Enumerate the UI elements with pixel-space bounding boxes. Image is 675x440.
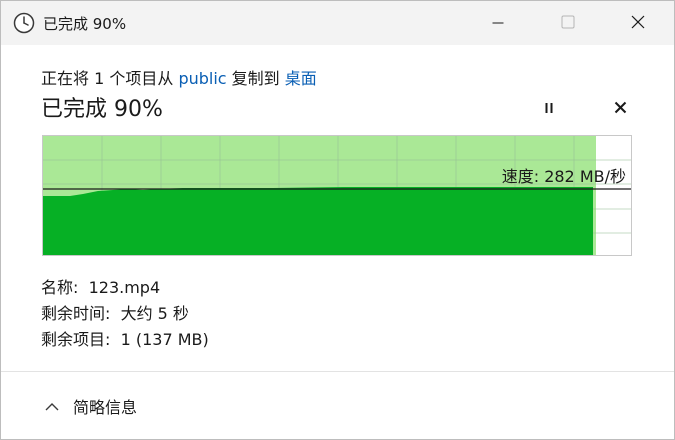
- pause-button[interactable]: [535, 94, 563, 122]
- name-label: 名称:: [41, 278, 79, 297]
- name-value: 123.mp4: [88, 278, 161, 297]
- fewer-details-label: 简略信息: [73, 398, 138, 417]
- items-remaining-row: 剩余项目: 1 (137 MB): [41, 326, 209, 350]
- items-label: 剩余项目:: [41, 330, 111, 349]
- speed-area: [43, 187, 593, 255]
- copy-progress-window: 已完成 90% 正在将 1 个项目从 public 复制到 桌面 已完成 90%: [0, 0, 675, 440]
- minimize-button[interactable]: [475, 1, 521, 45]
- title-bar[interactable]: 已完成 90%: [1, 1, 674, 45]
- close-icon: [631, 14, 645, 33]
- window-title: 已完成 90%: [43, 15, 127, 33]
- stop-x-icon: [614, 99, 627, 118]
- minimize-icon: [492, 14, 504, 33]
- progress-status: 已完成 90%: [41, 97, 163, 122]
- chevron-up-icon: [45, 397, 59, 416]
- stop-button[interactable]: [606, 94, 634, 122]
- copy-prefix: 正在将 1 个项目从: [41, 69, 179, 88]
- fewer-details-button[interactable]: 简略信息: [45, 394, 137, 418]
- footer-bar: 简略信息: [1, 371, 674, 439]
- file-name-row: 名称: 123.mp4: [41, 274, 160, 298]
- content-area: 正在将 1 个项目从 public 复制到 桌面 已完成 90% 速度: 282…: [1, 45, 674, 371]
- maximize-button[interactable]: [545, 1, 591, 45]
- copy-description: 正在将 1 个项目从 public 复制到 桌面: [41, 65, 317, 89]
- items-value: 1 (137 MB): [120, 330, 209, 349]
- copy-middle: 复制到: [226, 69, 285, 88]
- speed-label: 速度: 282 MB/秒: [501, 167, 626, 186]
- transfer-speed-graph: 速度: 282 MB/秒: [42, 135, 632, 256]
- time-label: 剩余时间:: [41, 304, 111, 323]
- source-link[interactable]: public: [178, 69, 226, 88]
- pause-icon: [543, 99, 555, 118]
- clock-icon: [13, 12, 35, 34]
- maximize-icon: [561, 14, 575, 33]
- speed-graph-svg: [43, 136, 631, 255]
- time-value: 大约 5 秒: [120, 304, 189, 323]
- destination-link[interactable]: 桌面: [285, 69, 317, 88]
- time-remaining-row: 剩余时间: 大约 5 秒: [41, 300, 189, 324]
- close-button[interactable]: [615, 1, 661, 45]
